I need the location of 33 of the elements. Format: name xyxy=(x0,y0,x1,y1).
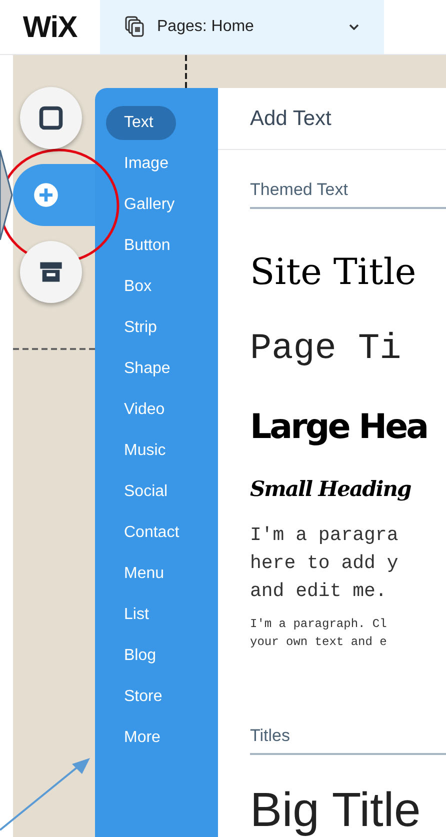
add-menu-item[interactable]: Social xyxy=(106,475,176,509)
section-heading: Titles xyxy=(250,726,290,745)
tool-rail-button[interactable] xyxy=(20,241,82,303)
add-menu-item[interactable]: Music xyxy=(106,434,176,468)
chevron-down-icon xyxy=(349,24,359,30)
add-menu-item[interactable]: Video xyxy=(106,393,176,427)
small-paragraph-sample[interactable]: I'm a paragraph. Cl your own text and e xyxy=(250,615,387,651)
add-menu-item[interactable]: Gallery xyxy=(106,188,176,222)
square-icon xyxy=(38,105,64,131)
small-heading-sample[interactable]: Small Heading xyxy=(250,475,411,503)
site-title-sample[interactable]: Site Title xyxy=(250,253,416,293)
add-menu-item[interactable]: Blog xyxy=(106,639,176,673)
add-menu-item[interactable]: Box xyxy=(106,270,176,304)
add-menu-item[interactable]: Shape xyxy=(106,352,176,386)
logo: WiX xyxy=(22,10,78,46)
add-menu-item[interactable]: Image xyxy=(106,147,176,181)
big-title-sample[interactable]: Big Title xyxy=(250,785,421,837)
add-menu-item[interactable]: Strip xyxy=(106,311,176,345)
add-menu-item[interactable]: Button xyxy=(106,229,176,263)
paragraph-sample[interactable]: I'm a paragra here to add y and edit me. xyxy=(250,521,398,605)
add-menu-item[interactable]: More xyxy=(106,721,176,755)
large-heading-sample[interactable]: Large Hea xyxy=(250,407,428,447)
add-menu-item[interactable]: List xyxy=(106,598,176,632)
add-menu-item[interactable]: Store xyxy=(106,680,176,714)
pages-icon xyxy=(125,16,145,38)
add-menu-item[interactable]: Menu xyxy=(106,557,176,591)
plus-icon xyxy=(33,182,59,208)
pages-dropdown[interactable]: Pages: Home xyxy=(100,0,384,54)
panel-title: Add Text xyxy=(250,106,332,132)
tool-rail-button[interactable] xyxy=(20,87,82,149)
add-menu-item[interactable]: Text xyxy=(106,106,176,140)
page-title-sample[interactable]: Page Ti xyxy=(250,329,402,369)
section-heading: Themed Text xyxy=(250,180,348,199)
